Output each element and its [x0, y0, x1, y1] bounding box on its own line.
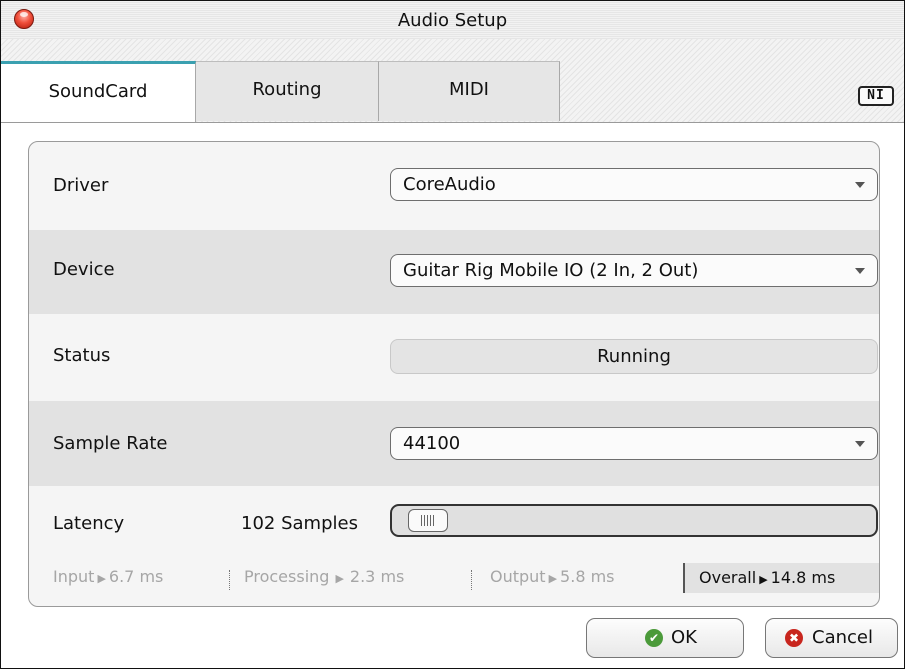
latency-slider-thumb[interactable] — [408, 509, 448, 532]
sample-rate-label: Sample Rate — [53, 433, 168, 454]
ni-logo-icon: NI — [858, 86, 894, 106]
grip-icon — [421, 515, 435, 526]
status-row: Status Running — [29, 314, 879, 401]
cancel-button[interactable]: ✖ Cancel — [765, 618, 898, 658]
driver-label: Driver — [53, 175, 109, 196]
cancel-button-label: Cancel — [812, 627, 873, 648]
sample-rate-row: Sample Rate 44100 — [29, 401, 879, 486]
soundcard-panel: Driver CoreAudio Device Guitar Rig Mobil… — [28, 141, 880, 607]
arrow-right-icon: ▶ — [97, 572, 106, 585]
close-button[interactable] — [14, 9, 34, 29]
latency-samples: 102 Samples — [241, 513, 358, 534]
status-display: Running — [390, 339, 878, 374]
x-icon: ✖ — [785, 629, 803, 647]
driver-row: Driver CoreAudio — [29, 142, 879, 230]
window-title: Audio Setup — [397, 10, 508, 31]
chevron-down-icon — [855, 441, 865, 447]
sample-rate-dropdown[interactable]: 44100 — [390, 427, 878, 460]
input-latency: Input ▶ 6.7 ms — [53, 567, 164, 586]
title-bar[interactable]: Audio Setup — [1, 1, 904, 40]
check-icon: ✔ — [645, 629, 663, 647]
sample-rate-value: 44100 — [403, 433, 461, 454]
tab-routing[interactable]: Routing — [196, 61, 379, 121]
tab-soundcard[interactable]: SoundCard — [1, 61, 196, 122]
chevron-down-icon — [855, 268, 865, 274]
divider — [471, 570, 472, 590]
output-latency: Output ▶ 5.8 ms — [490, 567, 615, 586]
arrow-right-icon: ▶ — [759, 573, 768, 586]
processing-latency: Processing ▶ 2.3 ms — [244, 567, 405, 586]
arrow-right-icon: ▶ — [335, 572, 344, 585]
chevron-down-icon — [855, 182, 865, 188]
divider — [229, 570, 230, 590]
device-row: Device Guitar Rig Mobile IO (2 In, 2 Out… — [29, 230, 879, 314]
latency-label: Latency — [53, 513, 125, 534]
audio-setup-window: Audio Setup SoundCard Routing MIDI NI Dr… — [0, 0, 905, 669]
arrow-right-icon: ▶ — [548, 572, 558, 585]
overall-latency: Overall ▶ 14.8 ms — [683, 563, 879, 593]
main-content: Driver CoreAudio Device Guitar Rig Mobil… — [1, 123, 904, 668]
tab-bar: SoundCard Routing MIDI NI — [1, 39, 904, 123]
ok-button[interactable]: ✔ OK — [586, 618, 744, 658]
ok-button-label: OK — [671, 627, 697, 648]
device-dropdown[interactable]: Guitar Rig Mobile IO (2 In, 2 Out) — [390, 254, 878, 287]
driver-dropdown[interactable]: CoreAudio — [390, 168, 878, 201]
tab-midi[interactable]: MIDI — [379, 61, 560, 121]
device-value: Guitar Rig Mobile IO (2 In, 2 Out) — [403, 260, 699, 281]
driver-value: CoreAudio — [403, 174, 496, 195]
device-label: Device — [53, 259, 115, 280]
status-label: Status — [53, 345, 111, 366]
latency-slider[interactable] — [390, 504, 878, 537]
